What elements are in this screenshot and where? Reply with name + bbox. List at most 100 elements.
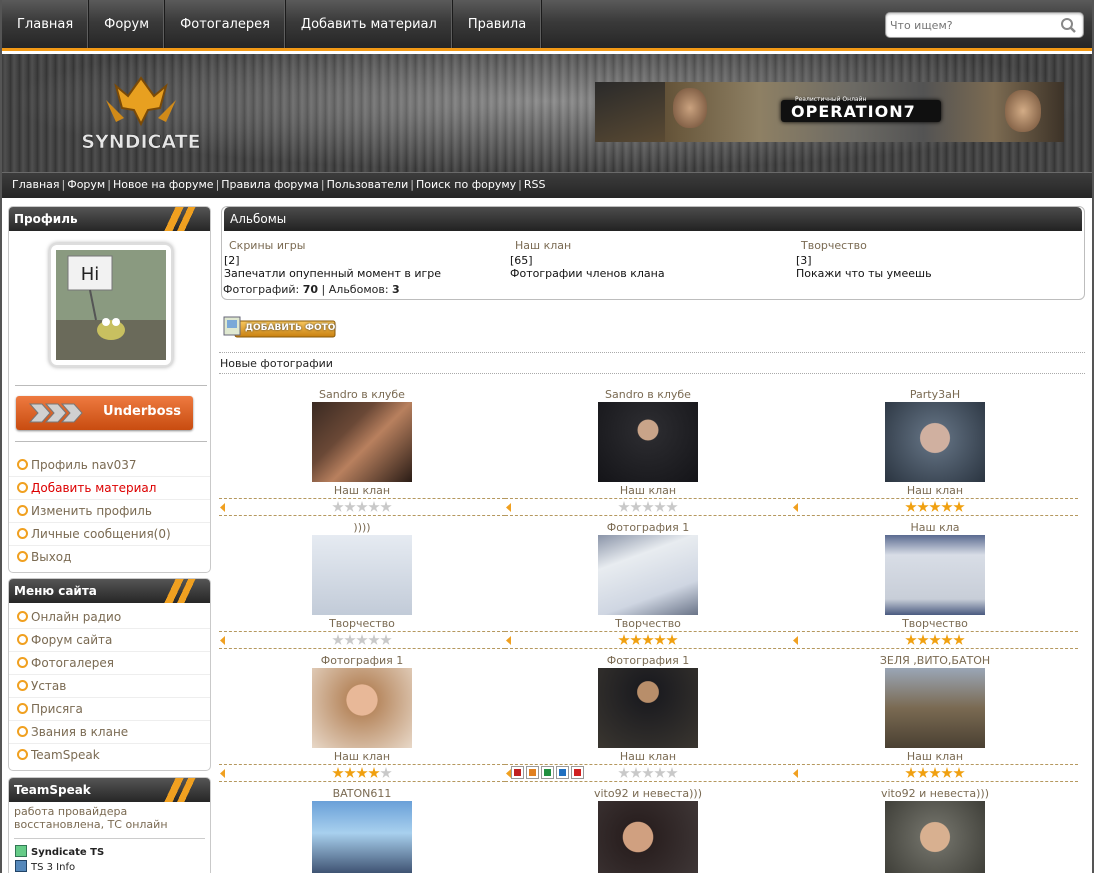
- star-icon[interactable]: [332, 767, 344, 778]
- star-rating[interactable]: [905, 634, 965, 646]
- menu-item-charter[interactable]: Устав: [9, 675, 210, 698]
- avatar[interactable]: Hi: [56, 250, 166, 360]
- star-icon[interactable]: [953, 501, 965, 512]
- star-icon[interactable]: [630, 634, 642, 645]
- star-icon[interactable]: [654, 634, 666, 645]
- album-link[interactable]: Наш клан: [515, 239, 665, 252]
- star-icon[interactable]: [929, 634, 941, 645]
- star-rating[interactable]: [618, 501, 678, 513]
- photo-title[interactable]: Sandro в клубе: [505, 388, 791, 402]
- star-icon[interactable]: [642, 501, 654, 512]
- photo-title[interactable]: vito92 и невеста))): [505, 787, 791, 801]
- topnav-rules[interactable]: Правила: [453, 0, 543, 48]
- star-icon[interactable]: [917, 767, 929, 778]
- star-rating[interactable]: [905, 767, 965, 779]
- subnav-new-on-forum[interactable]: Новое на форуме: [113, 178, 214, 191]
- photo-thumbnail[interactable]: [885, 402, 985, 482]
- photo-title[interactable]: Наш кла: [792, 521, 1078, 535]
- photo-thumbnail[interactable]: [598, 535, 698, 615]
- star-icon[interactable]: [630, 501, 642, 512]
- star-icon[interactable]: [344, 501, 356, 512]
- photo-title[interactable]: Фотография 1: [219, 654, 505, 668]
- photo-thumbnail[interactable]: [885, 801, 985, 873]
- photo-album-name[interactable]: Наш клан: [792, 483, 1078, 497]
- star-icon[interactable]: [618, 767, 630, 778]
- star-icon[interactable]: [368, 767, 380, 778]
- edit-icon[interactable]: [526, 766, 539, 779]
- search-icon[interactable]: [1060, 17, 1077, 34]
- star-rating[interactable]: [905, 501, 965, 513]
- star-icon[interactable]: [654, 767, 666, 778]
- photo-album-name[interactable]: Творчество: [792, 616, 1078, 630]
- topnav-add-material[interactable]: Добавить материал: [286, 0, 453, 48]
- photo-title[interactable]: Фотография 1: [505, 654, 791, 668]
- star-icon[interactable]: [666, 767, 678, 778]
- topnav-forum[interactable]: Форум: [89, 0, 166, 48]
- star-icon[interactable]: [380, 501, 392, 512]
- photo-thumbnail[interactable]: [312, 801, 412, 873]
- topnav-gallery[interactable]: Фотогалерея: [165, 0, 286, 48]
- star-icon[interactable]: [356, 767, 368, 778]
- subnav-forum[interactable]: Форум: [67, 178, 105, 191]
- photo-title[interactable]: Sandro в клубе: [219, 388, 505, 402]
- star-icon[interactable]: [356, 501, 368, 512]
- star-icon[interactable]: [630, 767, 642, 778]
- link-icon[interactable]: [556, 766, 569, 779]
- star-icon[interactable]: [332, 501, 344, 512]
- operation7-banner[interactable]: Реалистичный Онлайн OPERATION7: [595, 82, 1064, 142]
- star-rating[interactable]: [618, 634, 678, 646]
- menu-item-add-material[interactable]: Добавить материал: [9, 477, 210, 500]
- photo-title[interactable]: BATON611: [219, 787, 505, 801]
- photo-thumbnail[interactable]: [312, 535, 412, 615]
- star-rating[interactable]: [332, 634, 392, 646]
- subnav-forum-search[interactable]: Поиск по форуму: [416, 178, 516, 191]
- photo-title[interactable]: Party3aH: [792, 388, 1078, 402]
- menu-item-teamspeak[interactable]: TeamSpeak: [9, 744, 210, 767]
- menu-item-edit-profile[interactable]: Изменить профиль: [9, 500, 210, 523]
- star-icon[interactable]: [356, 634, 368, 645]
- photo-thumbnail[interactable]: [885, 535, 985, 615]
- menu-item-site-forum[interactable]: Форум сайта: [9, 629, 210, 652]
- star-icon[interactable]: [654, 501, 666, 512]
- photo-thumbnail[interactable]: [312, 402, 412, 482]
- menu-item-logout[interactable]: Выход: [9, 546, 210, 569]
- menu-item-radio[interactable]: Онлайн радио: [9, 606, 210, 629]
- search-input[interactable]: [890, 17, 1060, 34]
- expand-arrow-icon[interactable]: [506, 503, 511, 512]
- photo-album-name[interactable]: Наш клан: [792, 749, 1078, 763]
- add-photo-button[interactable]: ДОБАВИТЬ ФОТО: [221, 316, 336, 338]
- star-icon[interactable]: [953, 767, 965, 778]
- album-link[interactable]: Скрины игры: [229, 239, 441, 252]
- photo-title[interactable]: Фотография 1: [505, 521, 791, 535]
- star-icon[interactable]: [917, 501, 929, 512]
- photo-album-name[interactable]: Наш клан: [505, 483, 791, 497]
- star-icon[interactable]: [332, 634, 344, 645]
- syndicate-logo[interactable]: SYNDICATE: [76, 74, 206, 154]
- star-icon[interactable]: [941, 767, 953, 778]
- star-icon[interactable]: [666, 634, 678, 645]
- stats-icon[interactable]: [541, 766, 554, 779]
- expand-arrow-icon[interactable]: [793, 636, 798, 645]
- star-icon[interactable]: [941, 501, 953, 512]
- teamspeak-info[interactable]: TS 3 Info: [9, 858, 210, 873]
- star-rating[interactable]: [618, 767, 678, 779]
- expand-arrow-icon[interactable]: [506, 636, 511, 645]
- photo-album-name[interactable]: Наш клан: [219, 483, 505, 497]
- photo-thumbnail[interactable]: [885, 668, 985, 748]
- teamspeak-server[interactable]: Syndicate TS: [9, 839, 210, 858]
- photo-album-name[interactable]: Наш клан: [219, 749, 505, 763]
- menu-item-profile[interactable]: Профиль nav037: [9, 454, 210, 477]
- star-icon[interactable]: [368, 501, 380, 512]
- star-rating[interactable]: [332, 767, 392, 779]
- approve-icon[interactable]: [511, 766, 524, 779]
- star-icon[interactable]: [905, 767, 917, 778]
- star-icon[interactable]: [618, 634, 630, 645]
- star-icon[interactable]: [905, 501, 917, 512]
- delete-icon[interactable]: [571, 766, 584, 779]
- album-link[interactable]: Творчество: [801, 239, 932, 252]
- menu-item-messages[interactable]: Личные сообщения(0): [9, 523, 210, 546]
- photo-album-name[interactable]: Творчество: [505, 616, 791, 630]
- star-icon[interactable]: [618, 501, 630, 512]
- photo-title[interactable]: vito92 и невеста))): [792, 787, 1078, 801]
- photo-album-name[interactable]: Наш клан: [505, 749, 791, 763]
